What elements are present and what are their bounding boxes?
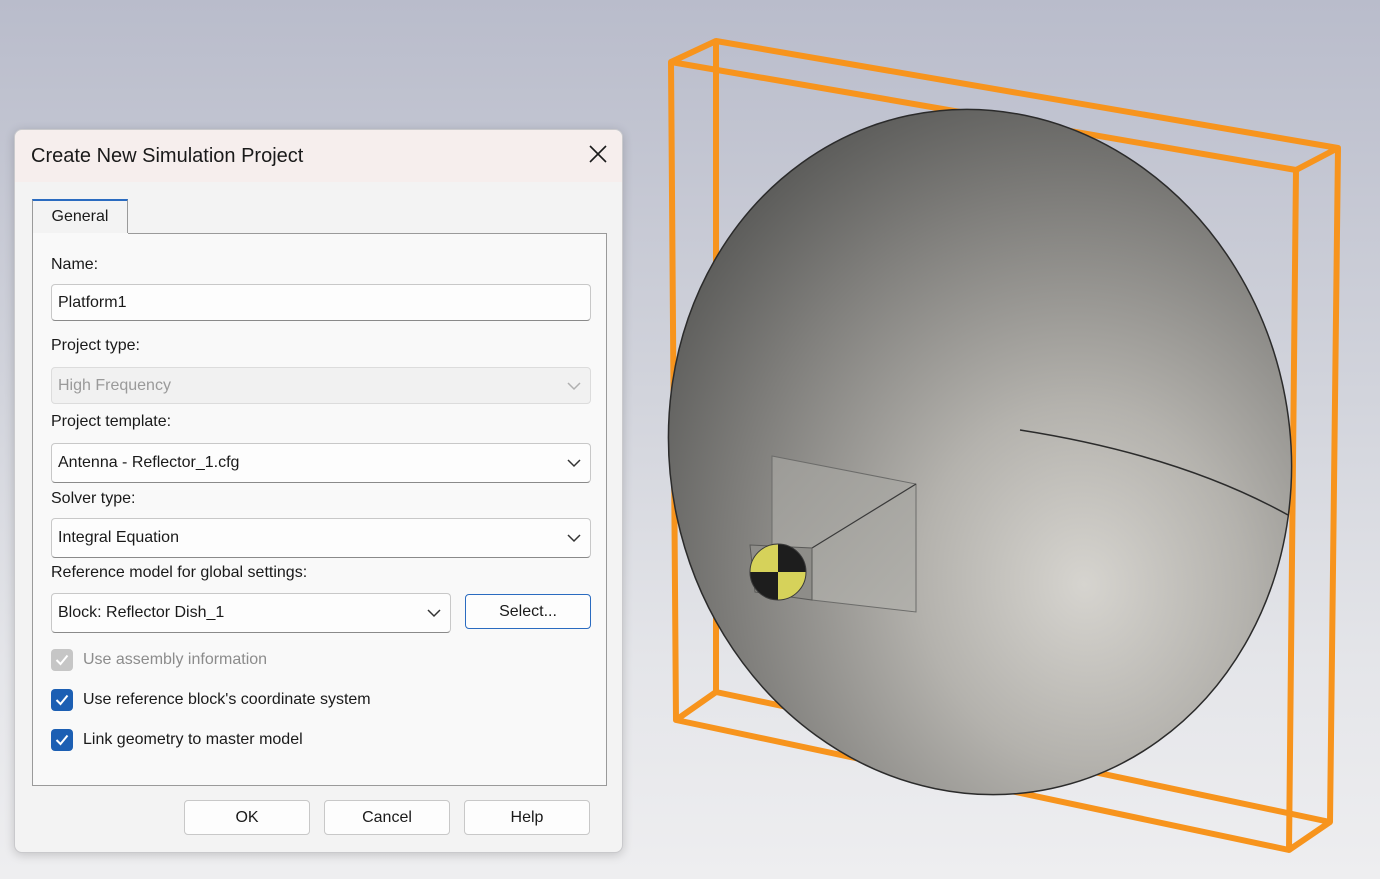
dialog-titlebar[interactable]: Create New Simulation Project [15, 130, 622, 182]
project-type-label: Project type: [51, 337, 140, 354]
general-panel: Name: Platform1 Project type: High Frequ… [32, 233, 607, 786]
close-icon [589, 145, 607, 163]
help-button[interactable]: Help [464, 800, 590, 835]
chevron-down-icon [427, 609, 441, 618]
create-project-dialog: Create New Simulation Project General Na… [14, 129, 623, 853]
project-type-value: High Frequency [58, 377, 171, 394]
chevron-down-icon [567, 459, 581, 468]
solver-type-value: Integral Equation [58, 529, 179, 546]
dialog-title: Create New Simulation Project [31, 145, 304, 167]
project-type-select: High Frequency [51, 367, 591, 404]
project-template-value: Antenna - Reflector_1.cfg [58, 454, 240, 471]
solver-type-label: Solver type: [51, 490, 136, 507]
use-ref-coord-checkbox[interactable] [51, 689, 73, 711]
use-assembly-checkbox [51, 649, 73, 671]
chevron-down-icon [567, 382, 581, 391]
name-input[interactable]: Platform1 [51, 284, 591, 321]
coordinate-origin-marker [749, 543, 807, 601]
use-assembly-checkbox-row: Use assembly information [51, 648, 267, 672]
ok-button[interactable]: OK [184, 800, 310, 835]
close-button[interactable] [582, 138, 614, 170]
checkmark-icon [55, 694, 69, 706]
link-geometry-checkbox[interactable] [51, 729, 73, 751]
project-template-select[interactable]: Antenna - Reflector_1.cfg [51, 443, 591, 483]
checkmark-icon [55, 654, 69, 666]
project-template-label: Project template: [51, 413, 172, 430]
link-geometry-checkbox-row[interactable]: Link geometry to master model [51, 728, 303, 752]
reference-model-value: Block: Reflector Dish_1 [58, 604, 225, 621]
select-button[interactable]: Select... [465, 594, 591, 629]
solver-type-select[interactable]: Integral Equation [51, 518, 591, 558]
tab-general[interactable]: General [32, 199, 128, 233]
reference-model-label: Reference model for global settings: [51, 564, 308, 581]
link-geometry-label[interactable]: Link geometry to master model [83, 731, 303, 749]
use-ref-coord-checkbox-row[interactable]: Use reference block's coordinate system [51, 688, 371, 712]
checkmark-icon [55, 734, 69, 746]
use-ref-coord-label[interactable]: Use reference block's coordinate system [83, 691, 371, 709]
reference-model-select[interactable]: Block: Reflector Dish_1 [51, 593, 451, 633]
cancel-button[interactable]: Cancel [324, 800, 450, 835]
use-assembly-label: Use assembly information [83, 651, 268, 668]
name-label: Name: [51, 256, 99, 273]
chevron-down-icon [567, 534, 581, 543]
